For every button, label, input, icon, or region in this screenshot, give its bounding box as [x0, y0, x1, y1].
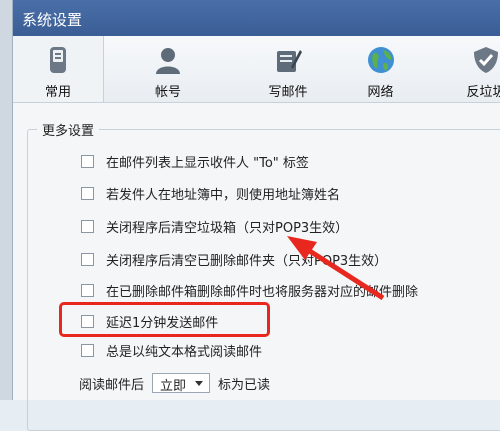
- checkbox[interactable]: [81, 252, 94, 266]
- chevron-down-icon: [195, 381, 204, 386]
- globe-icon: [367, 47, 394, 73]
- option-label: 总是以纯文本格式阅读邮件: [106, 344, 263, 360]
- more-settings-title: 更多设置: [37, 120, 100, 139]
- option-plain-text[interactable]: 总是以纯文本格式阅读邮件: [81, 340, 262, 360]
- option-label: 若发件人在地址簿中，则使用地址簿姓名: [106, 187, 341, 203]
- phone-icon: [50, 47, 66, 73]
- option-label: 在邮件列表上显示收件人 "To" 标签: [106, 155, 309, 171]
- title-bar: 系统设置: [13, 0, 500, 36]
- tab-label: 写邮件: [268, 85, 308, 100]
- read-after-value: 立即: [160, 379, 187, 394]
- settings-window: 系统设置 常用 帐号 写邮件 网络 反垃圾 更多设置 在邮件列表上显示收件人 "…: [12, 0, 500, 431]
- checkbox[interactable]: [81, 219, 94, 233]
- annotation-arrow-icon: [287, 236, 385, 300]
- tab-label: 常用: [44, 85, 71, 100]
- read-after-suffix: 标为已读: [218, 377, 271, 393]
- checkbox[interactable]: [81, 186, 94, 200]
- option-use-address-book-name[interactable]: 若发件人在地址簿中，则使用地址簿姓名: [81, 183, 340, 203]
- read-after-select[interactable]: 立即: [152, 373, 211, 394]
- read-after-prefix: 阅读邮件后: [79, 377, 145, 393]
- settings-content: 更多设置 在邮件列表上显示收件人 "To" 标签 若发件人在地址簿中，则使用地址…: [13, 103, 500, 431]
- tab-label: 帐号: [154, 85, 181, 100]
- tab-label: 网络: [367, 85, 394, 100]
- tab-compose[interactable]: 写邮件: [238, 36, 338, 102]
- tab-network[interactable]: 网络: [343, 36, 418, 102]
- tab-anti-spam[interactable]: 反垃圾: [451, 36, 500, 102]
- tab-general[interactable]: 常用: [13, 36, 104, 102]
- settings-toolbar: 常用 帐号 写邮件 网络 反垃圾: [13, 36, 500, 103]
- highlight-box: [59, 302, 270, 337]
- tab-account[interactable]: 帐号: [123, 36, 213, 102]
- compose-icon: [277, 50, 302, 72]
- checkbox[interactable]: [81, 283, 94, 297]
- tab-label: 反垃圾: [466, 85, 500, 100]
- user-icon: [156, 48, 180, 74]
- window-title: 系统设置: [22, 11, 83, 29]
- read-after-row: 阅读邮件后 立即 标为已读: [79, 371, 270, 395]
- shield-icon: [474, 47, 498, 73]
- option-show-to-label[interactable]: 在邮件列表上显示收件人 "To" 标签: [81, 151, 309, 171]
- checkbox[interactable]: [81, 154, 94, 168]
- checkbox[interactable]: [81, 343, 94, 357]
